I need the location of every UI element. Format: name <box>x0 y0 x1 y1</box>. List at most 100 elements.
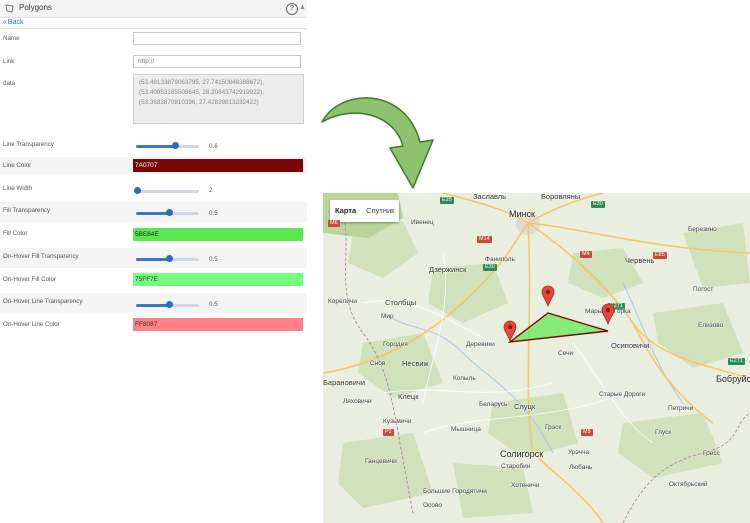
line-transparency-label: Line Transparency <box>3 141 54 148</box>
city-label: Дзержинск <box>429 265 467 274</box>
back-arrow-icon: « <box>3 19 7 26</box>
city-label: Заславль <box>473 193 507 201</box>
slider-fill <box>136 258 168 261</box>
map-marker-icon[interactable] <box>541 285 555 307</box>
hover-line-color-label: On-Hover Line Color <box>3 321 60 328</box>
city-label: Бобруйск <box>716 374 750 384</box>
line-color-label: Line Color <box>3 162 32 169</box>
city-label: Погост <box>693 286 714 293</box>
line-width-value: 2 <box>209 187 213 194</box>
polygon-settings-panel: Polygons ? ▲ «Back Name Link data (53.49… <box>0 0 307 340</box>
city-label: Любань <box>569 464 593 471</box>
slider-track <box>136 190 199 193</box>
fill-transparency-slider[interactable] <box>136 209 199 216</box>
line-transparency-value: 0.6 <box>209 143 218 150</box>
map-marker-icon[interactable] <box>503 320 517 342</box>
row-hover-fill-transparency: On-Hover Fill Transparency 0.5 <box>0 248 307 268</box>
city-label: Березино <box>688 226 717 233</box>
line-color-field[interactable]: 7A0707 <box>133 159 303 172</box>
tab-satellite[interactable]: Спутник <box>361 200 399 222</box>
city-label: Елизово <box>698 322 724 329</box>
panel-header: Polygons ? ▲ <box>0 0 307 18</box>
row-hover-line-transparency: On-Hover Line Transparency 0.5 <box>0 293 307 313</box>
hover-fill-transparency-value: 0.5 <box>209 256 218 263</box>
hover-fill-color-label: On-Hover Fill Color <box>3 276 56 283</box>
data-textarea[interactable]: (53.49133879063795, 27.74150848388672), … <box>133 74 304 124</box>
map-view[interactable]: Карта Спутник E28 E30 M14 M4 E30 E85 E271… <box>323 193 750 523</box>
line-width-label: Line Width <box>3 185 33 192</box>
city-label: Червень <box>625 256 655 265</box>
hover-fill-transparency-slider[interactable] <box>136 255 199 262</box>
city-label: Снов <box>370 360 386 367</box>
road-shield: M6 <box>328 220 340 227</box>
slider-fill <box>136 212 168 215</box>
road-shield: M5 <box>581 429 593 436</box>
slider-thumb[interactable] <box>165 255 173 262</box>
city-label: Кореличи <box>328 298 357 305</box>
slider-thumb[interactable] <box>134 187 141 194</box>
city-label: Несвиж <box>402 359 429 368</box>
data-line: (53.3683870810396, 27.42839813232422) <box>139 99 259 106</box>
header-divider <box>0 28 307 29</box>
city-label: Мышница <box>451 426 481 433</box>
slider-thumb[interactable] <box>165 209 173 216</box>
panel-title: Polygons <box>19 3 52 12</box>
city-label: Боровляны <box>541 193 581 201</box>
hover-fill-color-field[interactable]: 75FF7E <box>133 273 303 286</box>
road-shield: E28 <box>440 197 454 204</box>
city-label: Мир <box>381 313 394 320</box>
help-icon[interactable]: ? <box>286 3 298 15</box>
tab-map[interactable]: Карта <box>330 200 361 222</box>
city-label: Слуцк <box>514 402 536 411</box>
hover-line-transparency-slider[interactable] <box>136 301 199 308</box>
fill-color-field[interactable]: 5BE84E <box>133 228 303 241</box>
link-input[interactable] <box>133 55 301 68</box>
slider-fill <box>136 145 174 148</box>
road-shield: E271 <box>728 358 745 365</box>
curved-arrow-icon <box>321 97 434 189</box>
city-label: Деревики <box>466 341 495 348</box>
city-label: Клецк <box>398 392 419 401</box>
back-label: Back <box>7 19 24 26</box>
city-label: Осово <box>423 502 442 509</box>
road-shield: E30 <box>591 201 605 208</box>
city-label: Хотеничи <box>511 482 540 489</box>
map-canvas <box>323 193 750 523</box>
city-label: Старые Дороги <box>599 391 646 398</box>
road-shield: E30 <box>483 264 497 271</box>
line-transparency-slider[interactable] <box>136 142 199 149</box>
map-marker-icon[interactable] <box>601 303 615 325</box>
hover-line-transparency-value: 0.5 <box>209 301 218 308</box>
city-label: Ганцевичи <box>365 458 397 465</box>
fill-color-label: Fill Color <box>3 230 28 237</box>
name-input[interactable] <box>133 32 301 45</box>
row-line-width: Line Width 2 <box>0 180 307 200</box>
polygon-icon <box>4 3 15 14</box>
city-label: Петричи <box>668 405 694 412</box>
city-label: Глуск <box>655 429 672 436</box>
road-shield: P2 <box>383 429 394 436</box>
fill-transparency-label: Fill Transparency <box>3 207 51 214</box>
data-line: (53.40953185508645, 28.20843742919922), <box>139 89 265 96</box>
road-shield: M4 <box>580 251 592 258</box>
city-label: Урэчча <box>568 449 590 456</box>
road-shield: E85 <box>653 252 667 259</box>
link-label: Link <box>3 58 15 65</box>
city-label: Гресс <box>703 450 720 457</box>
road-shield: M14 <box>477 236 492 243</box>
city-label: Старобин <box>501 463 531 470</box>
slider-thumb[interactable] <box>171 142 179 149</box>
collapse-arrow-icon[interactable]: ▲ <box>299 4 306 11</box>
city-label: Кузьмичи <box>383 418 412 425</box>
city-label: Сечи <box>558 350 574 357</box>
data-label: data <box>3 80 16 87</box>
back-link[interactable]: «Back <box>3 19 23 26</box>
hover-line-color-field[interactable]: FF8087 <box>133 318 303 331</box>
row-line-transparency: Line Transparency 0.6 <box>0 136 307 156</box>
city-label: Городея <box>383 341 408 348</box>
city-label: Барановичи <box>323 378 366 387</box>
line-width-slider[interactable] <box>134 187 199 194</box>
city-label: Фаниполь <box>485 256 515 263</box>
slider-thumb[interactable] <box>165 301 173 308</box>
slider-fill <box>136 304 168 307</box>
